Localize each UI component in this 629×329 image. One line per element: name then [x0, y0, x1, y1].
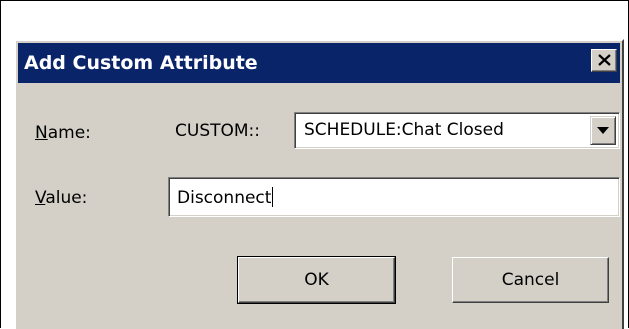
name-dropdown-button[interactable]: [590, 116, 616, 145]
ok-button[interactable]: OK: [237, 256, 396, 304]
name-combobox[interactable]: SCHEDULE:Chat Closed: [294, 112, 620, 149]
value-label-text: alue:: [45, 188, 88, 208]
name-label-accelerator: N: [35, 123, 48, 143]
add-custom-attribute-dialog: Add Custom Attribute Name: CUSTOM:: SCHE…: [14, 39, 624, 329]
name-label: Name:: [35, 122, 91, 144]
screenshot-frame: Add Custom Attribute Name: CUSTOM:: SCHE…: [0, 0, 629, 329]
cancel-button[interactable]: Cancel: [452, 257, 609, 303]
name-combobox-value: SCHEDULE:Chat Closed: [304, 120, 504, 140]
name-label-text: ame:: [47, 123, 91, 143]
value-label: Value:: [35, 187, 87, 209]
value-input[interactable]: Disconnect: [168, 177, 620, 217]
close-button[interactable]: [591, 49, 617, 72]
dialog-titlebar[interactable]: Add Custom Attribute: [18, 43, 620, 83]
close-x-icon: [598, 54, 611, 66]
value-label-accelerator: V: [35, 188, 46, 208]
dialog-title: Add Custom Attribute: [24, 52, 258, 74]
chevron-down-icon: [597, 127, 609, 134]
value-input-text: Disconnect: [177, 187, 274, 209]
value-input-value: Disconnect: [177, 188, 272, 208]
name-prefix: CUSTOM::: [175, 121, 260, 141]
text-caret: [272, 187, 274, 207]
